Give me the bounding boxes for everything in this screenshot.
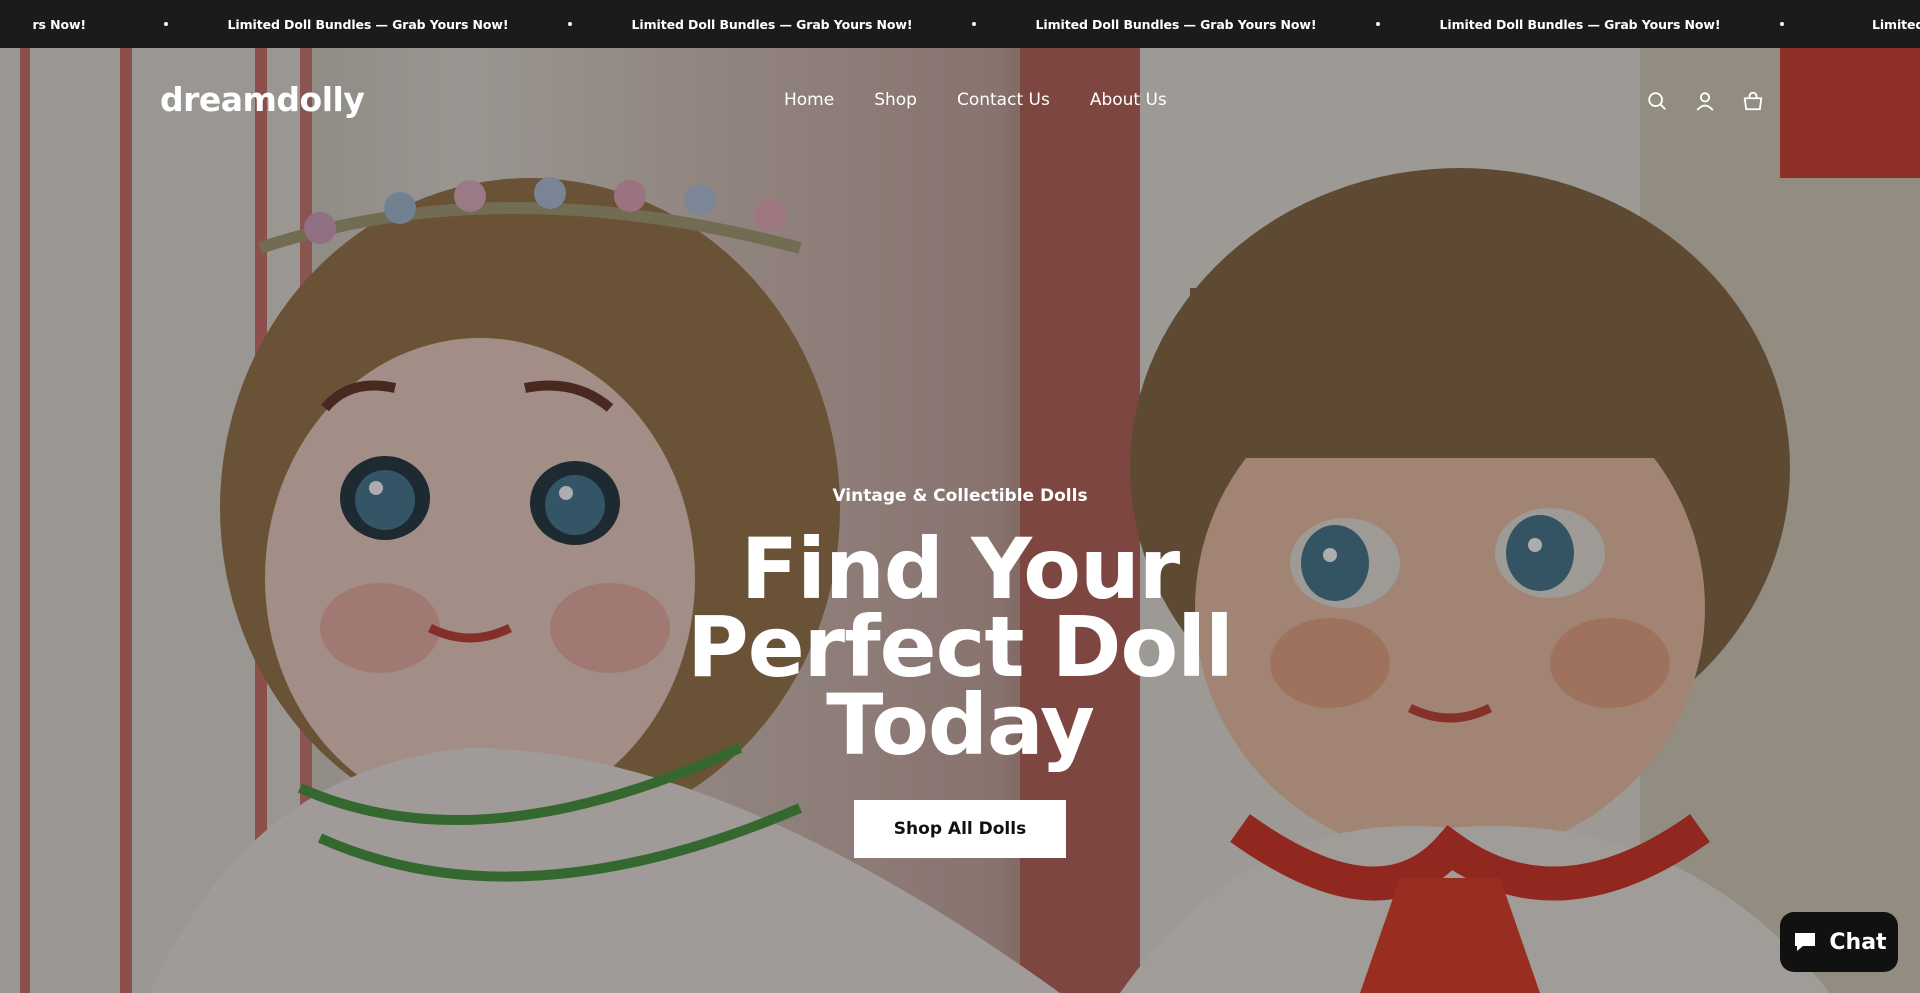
- hero-content: Vintage & Collectible Dolls Find Your Pe…: [0, 470, 1920, 858]
- site-logo[interactable]: dreamdolly: [160, 80, 365, 119]
- main-nav: Home Shop Contact Us About Us: [784, 90, 1167, 110]
- header-actions: [1646, 90, 1764, 112]
- search-icon[interactable]: [1646, 90, 1668, 112]
- announcement-track: rs Now! Limited Doll Bundles — Grab Your…: [0, 0, 1920, 48]
- nav-home[interactable]: Home: [784, 90, 834, 110]
- hero-headline: Find Your Perfect Doll Today: [687, 520, 1234, 774]
- cart-icon[interactable]: [1742, 90, 1764, 112]
- chat-button[interactable]: Chat: [1780, 912, 1898, 972]
- announcement-message: Limited Doll Bundles — Grab Yours Now!: [1439, 16, 1721, 32]
- announcement-message: Limited Doll Bundle: [1872, 16, 1920, 32]
- shop-all-dolls-button[interactable]: Shop All Dolls: [853, 800, 1067, 858]
- announcement-message: Limited Doll Bundles — Grab Yours Now!: [227, 16, 509, 32]
- announcement-bar: rs Now! Limited Doll Bundles — Grab Your…: [0, 0, 1920, 48]
- hero-subheading: Vintage & Collectible Dolls: [832, 486, 1088, 506]
- chat-label: Chat: [1829, 929, 1887, 955]
- account-icon[interactable]: [1694, 90, 1716, 112]
- announcement-message: rs Now!: [32, 16, 86, 32]
- nav-contact-us[interactable]: Contact Us: [957, 90, 1050, 110]
- announcement-message: Limited Doll Bundles — Grab Yours Now!: [631, 16, 913, 32]
- nav-shop[interactable]: Shop: [874, 90, 917, 110]
- chat-bubble-icon: [1795, 933, 1816, 951]
- announcement-message: Limited Doll Bundles — Grab Yours Now!: [1035, 16, 1317, 32]
- site-header: dreamdolly Home Shop Contact Us About Us: [0, 48, 1920, 158]
- nav-about-us[interactable]: About Us: [1090, 90, 1167, 110]
